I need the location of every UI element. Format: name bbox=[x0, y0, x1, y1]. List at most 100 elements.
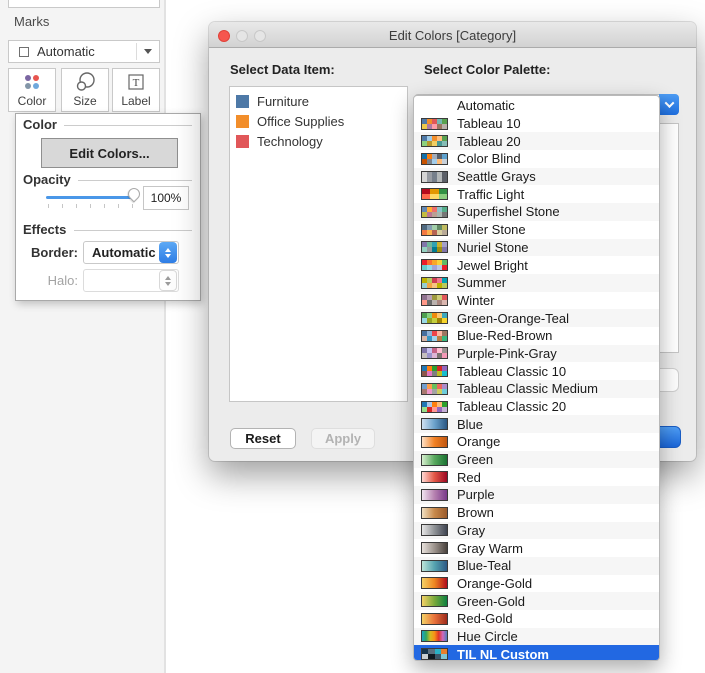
palette-option-label: Seattle Grays bbox=[457, 169, 536, 184]
dialog-titlebar[interactable]: Edit Colors [Category] bbox=[209, 22, 696, 48]
palette-swatch-icon bbox=[421, 613, 448, 625]
palette-swatch-icon bbox=[421, 471, 448, 483]
slider-tick bbox=[48, 204, 49, 208]
palette-swatch-icon bbox=[421, 294, 448, 306]
palette-option-label: Green-Gold bbox=[457, 594, 525, 609]
palette-option[interactable]: Red-Gold bbox=[414, 610, 659, 628]
palette-option[interactable]: Automatic bbox=[414, 97, 659, 115]
palette-option[interactable]: Tableau Classic 10 bbox=[414, 362, 659, 380]
palette-option[interactable]: Hue Circle bbox=[414, 628, 659, 646]
palette-option-label: Brown bbox=[457, 505, 494, 520]
reset-button[interactable]: Reset bbox=[230, 428, 296, 449]
palette-option-label: Green-Orange-Teal bbox=[457, 311, 569, 326]
data-item-swatch bbox=[236, 115, 249, 128]
palette-option-label: Blue-Teal bbox=[457, 558, 511, 573]
svg-text:T: T bbox=[133, 77, 140, 89]
palette-swatch-icon bbox=[421, 507, 448, 519]
palette-option[interactable]: Brown bbox=[414, 504, 659, 522]
palette-swatch-icon bbox=[421, 595, 448, 607]
opacity-section-title: Opacity bbox=[23, 172, 77, 187]
palette-option[interactable]: Winter bbox=[414, 292, 659, 310]
palette-option[interactable]: TIL NL Custom bbox=[414, 645, 659, 661]
palette-option[interactable]: Purple-Pink-Gray bbox=[414, 345, 659, 363]
palette-option-label: Summer bbox=[457, 275, 506, 290]
palette-option[interactable]: Nuriel Stone bbox=[414, 239, 659, 257]
color-dots-icon bbox=[9, 69, 55, 94]
label-button-label: Label bbox=[121, 94, 150, 108]
palette-option-label: Tableau Classic 20 bbox=[457, 399, 566, 414]
data-item-row[interactable]: Office Supplies bbox=[230, 111, 407, 131]
palette-option[interactable]: Superfishel Stone bbox=[414, 203, 659, 221]
divider bbox=[78, 180, 192, 181]
slider-tick bbox=[104, 204, 105, 208]
palette-option[interactable]: Summer bbox=[414, 274, 659, 292]
label-button[interactable]: T Label bbox=[112, 68, 160, 112]
palette-swatch-icon bbox=[421, 347, 448, 359]
edit-colors-button[interactable]: Edit Colors... bbox=[41, 138, 178, 168]
palette-option[interactable]: Green-Orange-Teal bbox=[414, 309, 659, 327]
size-button-label: Size bbox=[73, 94, 96, 108]
palette-swatch-icon bbox=[421, 330, 448, 342]
slider-tick bbox=[132, 204, 133, 208]
palette-option[interactable]: Traffic Light bbox=[414, 185, 659, 203]
palette-option[interactable]: Orange bbox=[414, 433, 659, 451]
palette-swatch-icon bbox=[421, 630, 448, 642]
slider-tick bbox=[62, 204, 63, 208]
palette-option[interactable]: Tableau Classic 20 bbox=[414, 398, 659, 416]
opacity-slider-thumb[interactable] bbox=[126, 186, 143, 203]
border-dropdown[interactable]: Automatic bbox=[83, 241, 179, 264]
color-button[interactable]: Color bbox=[8, 68, 56, 112]
palette-option[interactable]: Blue bbox=[414, 415, 659, 433]
data-item-row[interactable]: Furniture bbox=[230, 91, 407, 111]
halo-dropdown[interactable] bbox=[83, 269, 179, 292]
size-button[interactable]: Size bbox=[61, 68, 109, 112]
palette-option[interactable]: Jewel Bright bbox=[414, 256, 659, 274]
palette-option[interactable]: Orange-Gold bbox=[414, 575, 659, 593]
palette-menu: AutomaticTableau 10Tableau 20Color Blind… bbox=[413, 95, 660, 661]
data-item-list[interactable]: Furniture Office Supplies Technology bbox=[229, 86, 408, 402]
palette-option[interactable]: Color Blind bbox=[414, 150, 659, 168]
palette-option[interactable]: Red bbox=[414, 468, 659, 486]
palette-option[interactable]: Blue-Teal bbox=[414, 557, 659, 575]
palette-swatch-icon bbox=[421, 383, 448, 395]
palette-select-button[interactable] bbox=[659, 94, 679, 115]
palette-option[interactable]: Tableau 20 bbox=[414, 132, 659, 150]
slider-tick bbox=[118, 204, 119, 208]
palette-option[interactable]: Blue-Red-Brown bbox=[414, 327, 659, 345]
palette-option[interactable]: Green-Gold bbox=[414, 592, 659, 610]
palette-option[interactable]: Gray Warm bbox=[414, 539, 659, 557]
palette-option-label: Orange bbox=[457, 434, 500, 449]
palette-option-label: Purple bbox=[457, 487, 495, 502]
select-color-palette-label: Select Color Palette: bbox=[424, 62, 550, 77]
stepper-icon[interactable] bbox=[159, 270, 177, 291]
opacity-value-field[interactable]: 100% bbox=[143, 186, 189, 210]
stepper-icon[interactable] bbox=[159, 242, 177, 263]
palette-option[interactable]: Tableau 10 bbox=[414, 115, 659, 133]
slider-tick bbox=[76, 204, 77, 208]
palette-swatch-icon bbox=[421, 312, 448, 324]
data-item-row[interactable]: Technology bbox=[230, 131, 407, 151]
palette-swatch-icon bbox=[421, 224, 448, 236]
data-item-label: Furniture bbox=[257, 94, 309, 109]
halo-label: Halo: bbox=[16, 273, 78, 288]
palette-option[interactable]: Green bbox=[414, 451, 659, 469]
data-item-label: Office Supplies bbox=[257, 114, 344, 129]
size-circles-icon bbox=[62, 69, 108, 94]
palette-option[interactable]: Seattle Grays bbox=[414, 168, 659, 186]
select-data-item-label: Select Data Item: bbox=[230, 62, 335, 77]
palette-swatch-icon bbox=[421, 153, 448, 165]
sidebar: Marks Automatic Color Size T Label bbox=[0, 0, 166, 673]
palette-option[interactable]: Tableau Classic Medium bbox=[414, 380, 659, 398]
palette-swatch-icon bbox=[421, 277, 448, 289]
palette-option[interactable]: Gray bbox=[414, 522, 659, 540]
palette-swatch-icon bbox=[421, 259, 448, 271]
apply-button[interactable]: Apply bbox=[311, 428, 375, 449]
opacity-slider-track[interactable] bbox=[46, 196, 134, 199]
palette-option-label: Blue bbox=[457, 417, 483, 432]
mark-type-dropdown[interactable]: Automatic bbox=[8, 40, 160, 63]
chevron-down-icon[interactable] bbox=[137, 49, 159, 54]
palette-option-label: Red bbox=[457, 470, 481, 485]
palette-option[interactable]: Purple bbox=[414, 486, 659, 504]
data-item-swatch bbox=[236, 135, 249, 148]
palette-option[interactable]: Miller Stone bbox=[414, 221, 659, 239]
